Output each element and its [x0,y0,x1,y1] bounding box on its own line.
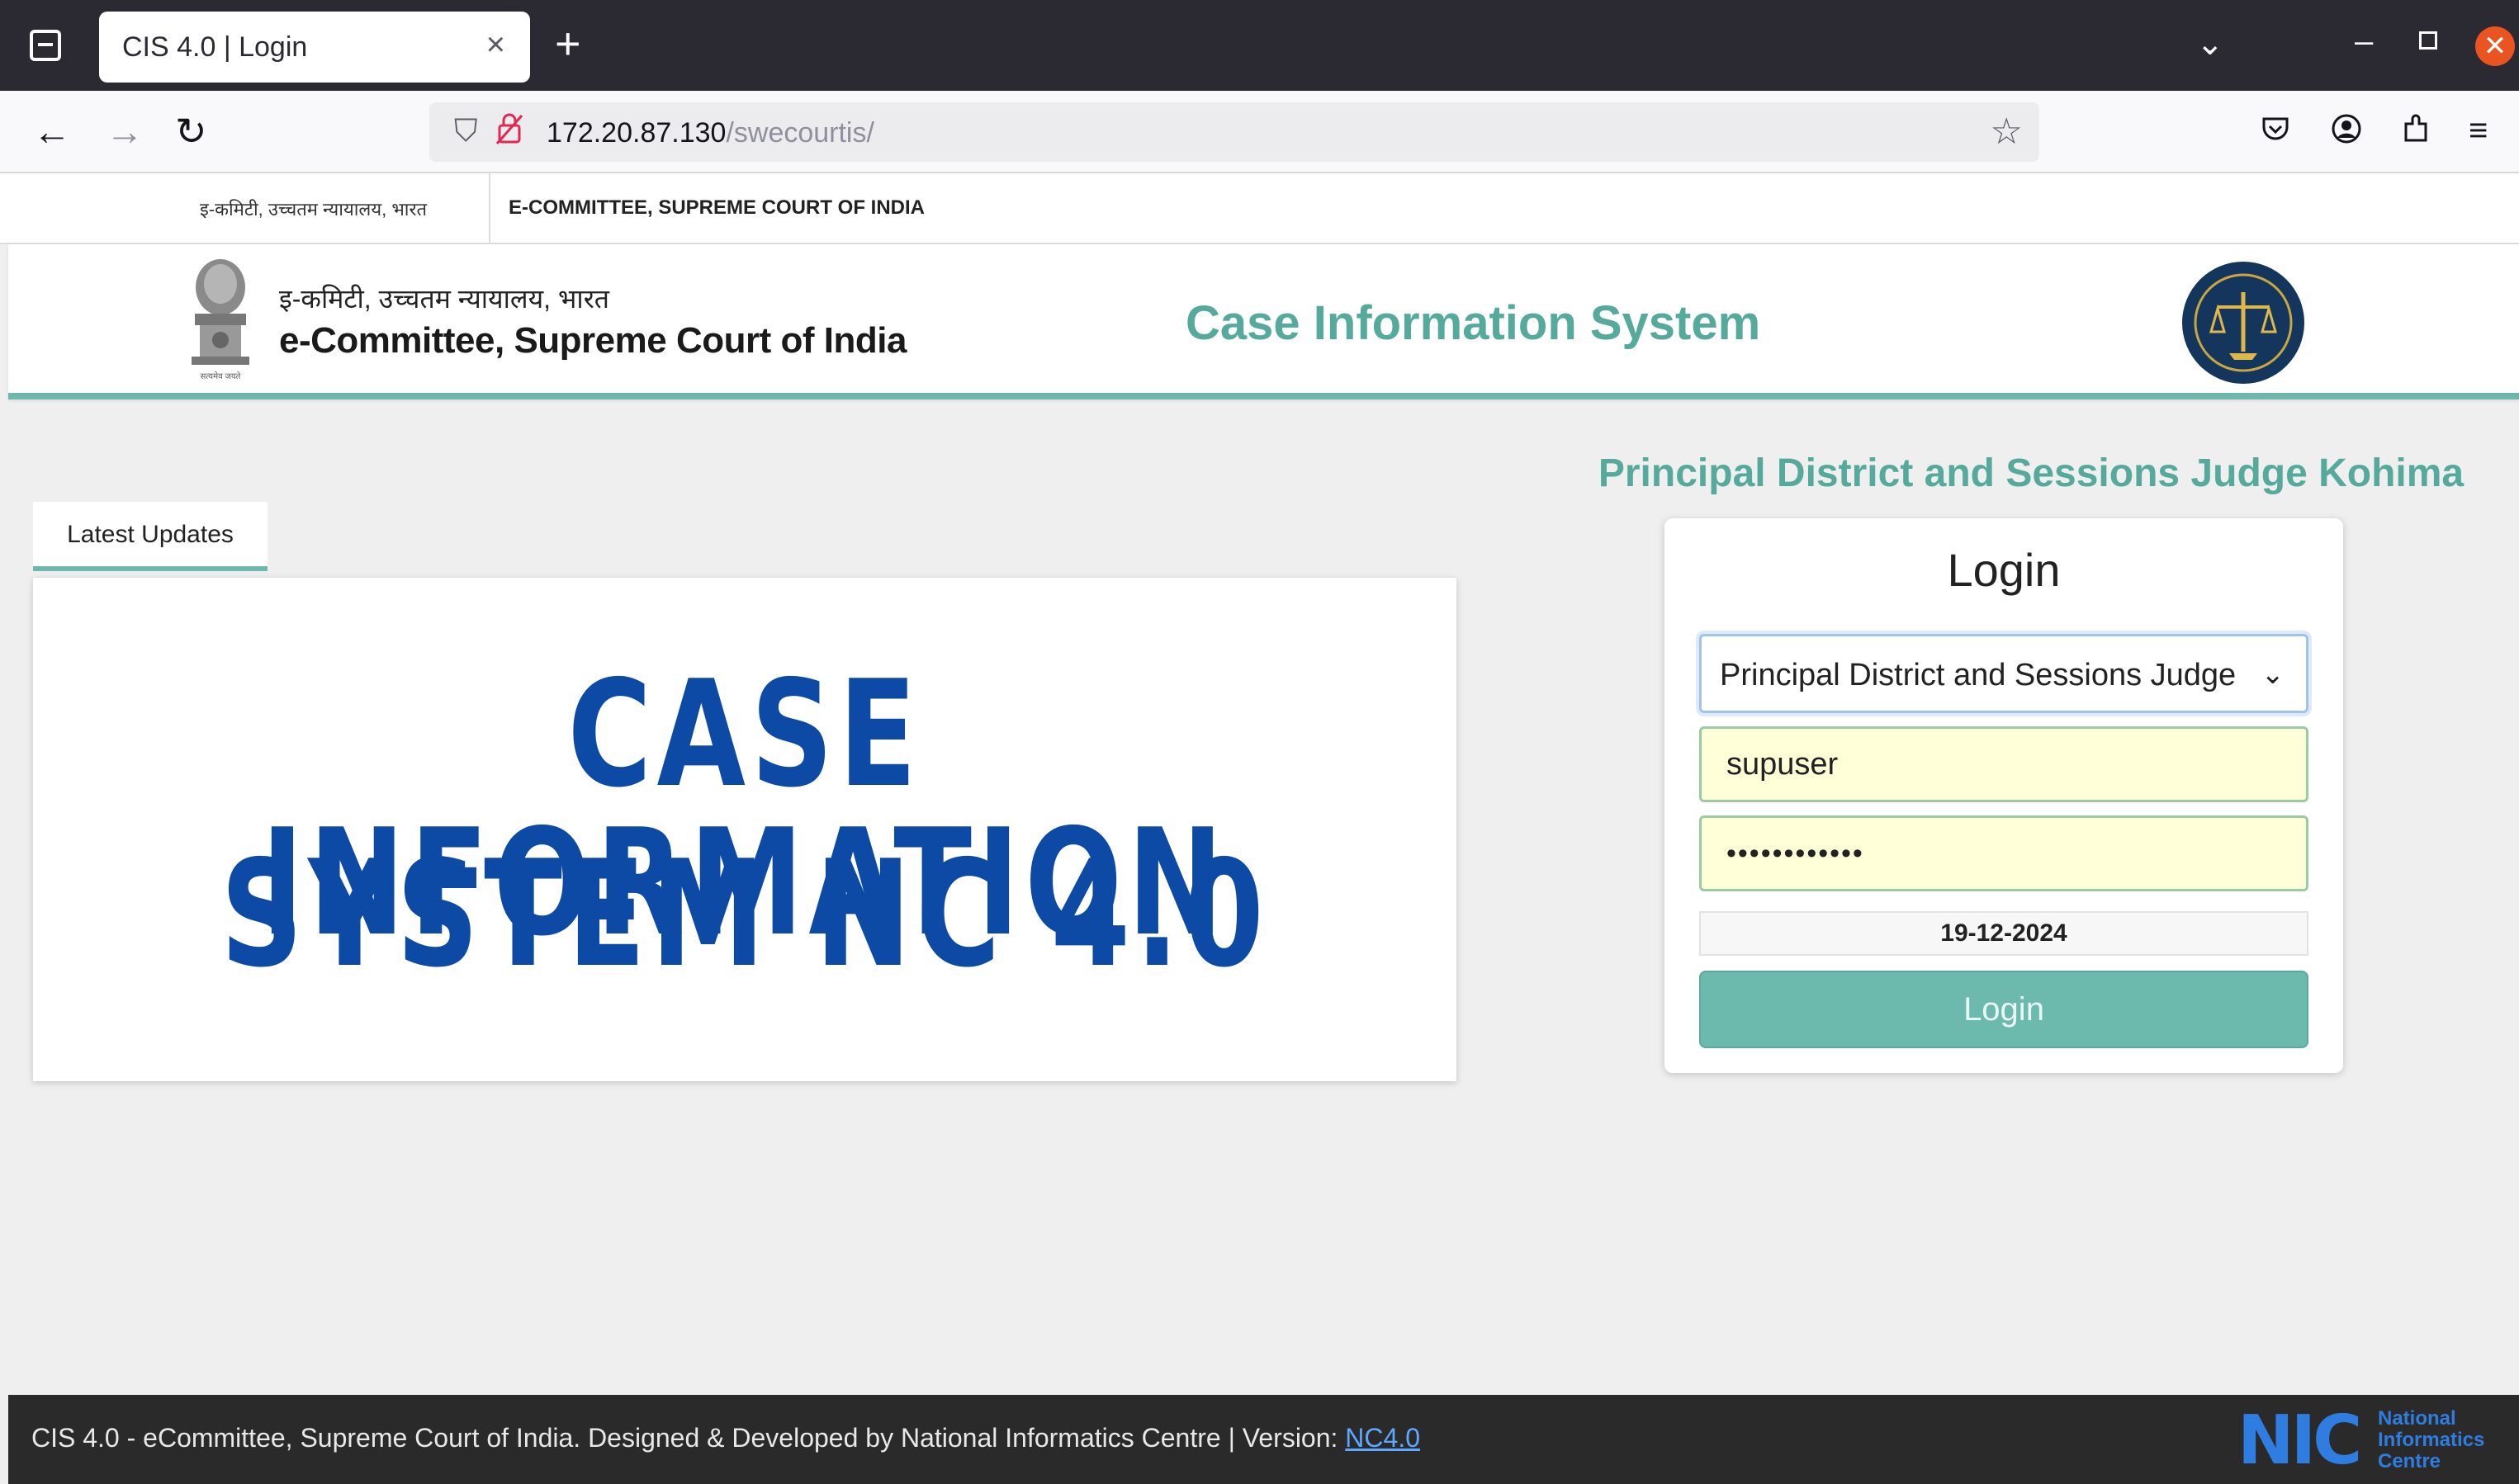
header-hindi-title: इ-कमिटी, उच्चतम न्यायालय, भारत [279,284,610,314]
latest-updates-panel: CASE INFORMATION SYSTEM NC 4.0 [33,578,1456,1081]
top-strip-english-title: E-COMMITTEE, SUPREME COURT OF INDIA [509,196,925,219]
account-icon[interactable] [2330,112,2363,145]
footer-text: CIS 4.0 - eCommittee, Supreme Court of I… [31,1423,1420,1453]
login-heading: Login [1947,544,2061,596]
window-close-icon[interactable]: ✕ [2475,26,2515,66]
chevron-down-icon: ⌄ [2261,659,2285,690]
username-input[interactable] [1699,726,2308,802]
banner-line-2: SYSTEM NC 4.0 [220,829,1270,1000]
login-card: Login Principal District and Sessions Ju… [1664,518,2343,1073]
browser-nav-bar: ← → ↻ ⛉ 172.20.87.130/swecourtis/ ☆ ≡ [0,91,2519,173]
new-tab-icon[interactable]: + [555,21,581,66]
tab-latest-updates[interactable]: Latest Updates [33,502,268,571]
nic-logo-mark: NIC [2237,1401,2362,1480]
emblem-caption: सत्यमेव जयते [200,372,241,381]
browser-tab[interactable]: CIS 4.0 | Login × [99,12,530,83]
nic-line-1: National [2378,1407,2456,1430]
pocket-icon[interactable] [2259,112,2292,145]
extensions-icon[interactable] [2399,112,2432,145]
reload-icon[interactable]: ↻ [175,109,207,154]
site-top-strip: इ-कमिटी, उच्चतम न्यायालय, भारत E-COMMITT… [0,173,2519,244]
site-footer: CIS 4.0 - eCommittee, Supreme Court of I… [8,1395,2519,1484]
top-strip-hindi-title: इ-कमिटी, उच्चतम न्यायालय, भारत [200,199,428,220]
top-strip-divider [489,173,490,244]
url-host: 172.20.87.130 [547,117,727,149]
header-english-title: e-Committee, Supreme Court of India [279,320,907,361]
bookmark-star-icon[interactable]: ☆ [1991,111,2023,153]
version-link[interactable]: NC4.0 [1345,1423,1420,1453]
court-select-dropdown[interactable]: Principal District and Sessions Judge ⌄ [1699,634,2308,713]
url-path: /swecourtis/ [726,117,874,149]
insecure-lock-icon[interactable] [495,111,523,147]
court-name-title: Principal District and Sessions Judge Ko… [1598,451,2465,495]
login-button[interactable]: Login [1699,971,2308,1048]
nic-line-2: Informatics [2378,1429,2485,1451]
forward-arrow-icon[interactable]: → [106,109,144,154]
window-minimize-icon[interactable]: – [2355,23,2373,60]
footer-credits: CIS 4.0 - eCommittee, Supreme Court of I… [31,1423,1346,1453]
tracking-shield-icon[interactable]: ⛉ [454,114,478,149]
app-title: Case Information System [1186,296,1761,350]
url-text: 172.20.87.130/swecourtis/ [547,117,874,149]
national-emblem-icon [192,259,249,365]
password-input[interactable] [1699,815,2308,891]
tab-title: CIS 4.0 | Login [122,31,308,63]
court-select-value: Principal District and Sessions Judge [1720,658,2237,692]
address-bar[interactable]: ⛉ 172.20.87.130/swecourtis/ ☆ [429,102,2039,162]
back-arrow-icon[interactable]: ← [33,109,71,154]
ecommittee-seal-icon [2182,262,2304,384]
login-date-field[interactable]: 19-12-2024 [1699,911,2308,956]
nic-logo-words: National Informatics Centre [2378,1408,2484,1472]
tab-close-icon[interactable]: × [486,26,505,64]
site-header: सत्यमेव जयते इ-कमिटी, उच्चतम न्यायालय, भ… [8,244,2519,399]
nic-logo: NIC National Informatics Centre [2237,1406,2502,1476]
tab-overflow-chevron-icon[interactable]: ⌄ [2196,25,2224,63]
tab-list-icon[interactable] [30,30,61,61]
nic-line-3: Centre [2378,1450,2441,1472]
window-restore-icon[interactable] [2419,31,2437,50]
app-menu-icon[interactable]: ≡ [2469,112,2488,149]
browser-tab-bar: CIS 4.0 | Login × + ⌄ – ✕ [0,0,2519,91]
